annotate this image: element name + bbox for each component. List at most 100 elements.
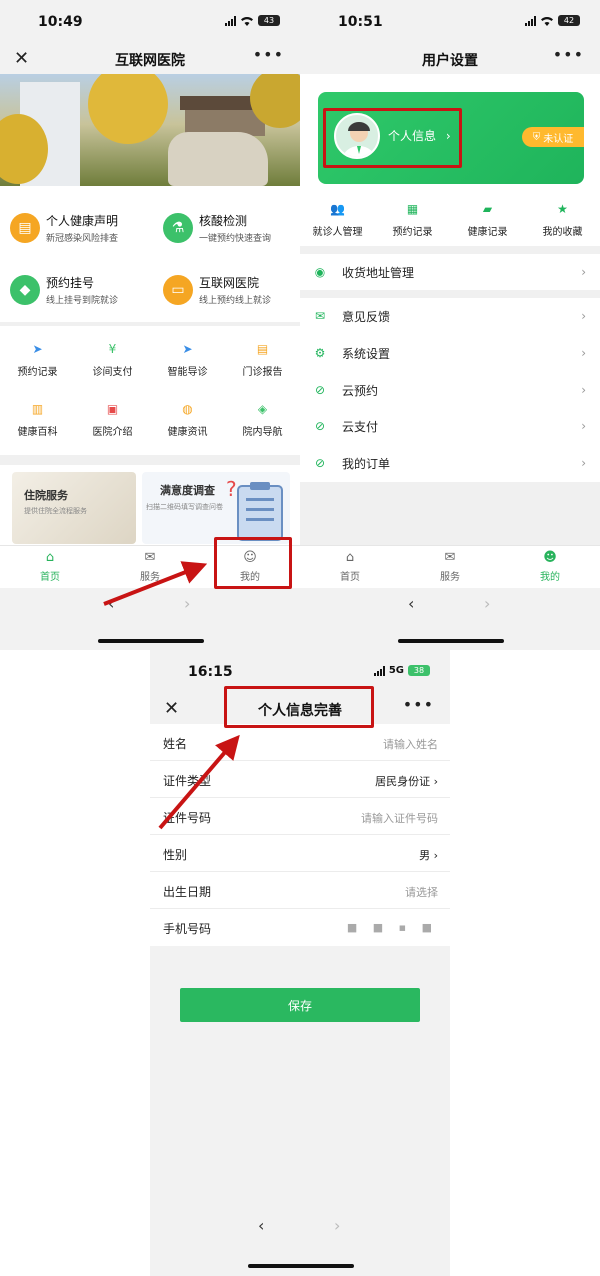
profile-info-link[interactable]: 个人信息 › bbox=[388, 127, 451, 144]
quick-actions: 👥 就诊人管理 ▦ 预约记录 ▰ 健康记录 ★ 我的收藏 bbox=[300, 198, 600, 238]
field-phone[interactable]: 手机号码 ■ ■ ▪ ■ bbox=[150, 909, 450, 946]
menu-system-settings[interactable]: ⚙ 系统设置 › bbox=[300, 335, 600, 371]
chevron-right-icon: › bbox=[581, 419, 586, 433]
quick-patient-management[interactable]: 👥 就诊人管理 bbox=[300, 198, 375, 238]
register-icon: ◆ bbox=[10, 275, 40, 305]
network-type: 5G bbox=[388, 665, 404, 676]
unverified-badge[interactable]: ⛨ 未认证 bbox=[522, 127, 584, 147]
calendar-icon: ▦ bbox=[406, 202, 419, 216]
report-icon: ▤ bbox=[256, 342, 269, 356]
tab-home[interactable]: ⌂ 首页 bbox=[300, 546, 400, 587]
wifi-icon bbox=[541, 16, 553, 26]
feature-register[interactable]: ◆ 预约挂号 线上挂号到院就诊 bbox=[10, 274, 118, 306]
chevron-right-icon: › bbox=[581, 265, 586, 279]
mail-icon: ✉ bbox=[314, 309, 326, 323]
mail-icon: ✉ bbox=[444, 550, 456, 565]
wifi-icon bbox=[241, 16, 253, 26]
forward-icon[interactable]: › bbox=[334, 1216, 340, 1235]
shield-icon: ⛨ bbox=[532, 131, 541, 143]
tab-mine[interactable]: ☻ 我的 bbox=[500, 546, 600, 587]
grid-item-report[interactable]: ▤ 门诊报告 bbox=[225, 338, 300, 378]
more-icon[interactable]: ••• bbox=[403, 695, 434, 714]
chevron-right-icon: › bbox=[445, 129, 451, 143]
nav-bar: 用户设置 ••• bbox=[300, 44, 600, 74]
feature-nucleic-test[interactable]: ⚗ 核酸检测 一键预约快速查询 bbox=[163, 212, 271, 244]
more-icon[interactable]: ••• bbox=[253, 45, 284, 64]
status-bar: 10:51 42 bbox=[300, 0, 600, 44]
document-icon: ▤ bbox=[10, 213, 40, 243]
tab-home[interactable]: ⌂ 首页 bbox=[0, 546, 100, 587]
grid-item-hospital-intro[interactable]: ▣ 医院介绍 bbox=[75, 398, 150, 438]
home-screen: 10:49 43 ✕ 互联网医院 ••• ▤ 个人健康声明 新冠感染风险排查 ⚗… bbox=[0, 0, 300, 650]
test-tube-icon: ⚗ bbox=[163, 213, 193, 243]
back-icon[interactable]: ‹ bbox=[258, 1216, 264, 1235]
grid-item-appointment-records[interactable]: ➤ 预约记录 bbox=[0, 338, 75, 378]
signal-icon bbox=[225, 15, 236, 26]
tab-bar: ⌂ 首页 ✉ 服务 ☺ 我的 bbox=[0, 545, 300, 587]
name-input[interactable]: 请输入姓名 bbox=[383, 736, 438, 752]
home-icon: ⌂ bbox=[345, 550, 355, 565]
field-id-type[interactable]: 证件类型 居民身份证 › bbox=[150, 761, 450, 798]
more-icon[interactable]: ••• bbox=[553, 45, 584, 64]
menu-my-orders[interactable]: ⊘ 我的订单 › bbox=[300, 445, 600, 481]
clipboard-icon: ? bbox=[226, 477, 283, 541]
svg-text:?: ? bbox=[226, 477, 237, 501]
status-time: 10:49 bbox=[38, 14, 83, 30]
tab-bar: ⌂ 首页 ✉ 服务 ☻ 我的 bbox=[300, 545, 600, 587]
back-icon[interactable]: ‹ bbox=[408, 594, 414, 613]
satisfaction-survey-card[interactable]: 满意度调查 扫描二维码填写调查问卷 ? bbox=[142, 472, 290, 544]
home-indicator bbox=[98, 639, 204, 643]
quick-appointment-records[interactable]: ▦ 预约记录 bbox=[375, 198, 450, 238]
link-icon: ⊘ bbox=[314, 383, 326, 397]
battery-icon: 38 bbox=[408, 665, 430, 676]
arrow-icon: ➤ bbox=[32, 342, 43, 356]
quick-health-records[interactable]: ▰ 健康记录 bbox=[450, 198, 525, 238]
status-time: 16:15 bbox=[188, 664, 233, 680]
id-type-select[interactable]: 居民身份证 › bbox=[375, 773, 438, 789]
birth-date-picker[interactable]: 请选择 bbox=[405, 884, 438, 900]
yen-icon: ¥ bbox=[108, 342, 117, 356]
menu-feedback[interactable]: ✉ 意见反馈 › bbox=[300, 298, 600, 334]
chevron-right-icon: › bbox=[581, 456, 586, 470]
menu-cloud-payment[interactable]: ⊘ 云支付 › bbox=[300, 408, 600, 444]
menu-cloud-appointment[interactable]: ⊘ 云预约 › bbox=[300, 372, 600, 408]
grid-item-smart-guide[interactable]: ➤ 智能导诊 bbox=[150, 338, 225, 378]
status-time: 10:51 bbox=[338, 14, 383, 30]
hospital-banner-image bbox=[0, 74, 300, 186]
field-gender[interactable]: 性别 男 › bbox=[150, 835, 450, 872]
id-number-input[interactable]: 请输入证件号码 bbox=[361, 810, 438, 826]
browser-nav: ‹ › bbox=[300, 588, 600, 650]
inpatient-service-card[interactable]: 住院服务 提供住院全流程服务 bbox=[12, 472, 136, 544]
forward-icon[interactable]: › bbox=[184, 594, 190, 613]
tab-mine[interactable]: ☺ 我的 bbox=[200, 546, 300, 587]
back-icon[interactable]: ‹ bbox=[108, 594, 114, 613]
menu-address[interactable]: ◉ 收货地址管理 › bbox=[300, 254, 600, 290]
grid-item-health-news[interactable]: ◍ 健康资讯 bbox=[150, 398, 225, 438]
user-icon: ☺ bbox=[243, 550, 257, 565]
tab-service[interactable]: ✉ 服务 bbox=[100, 546, 200, 587]
field-birth-date[interactable]: 出生日期 请选择 bbox=[150, 872, 450, 909]
field-id-number[interactable]: 证件号码 请输入证件号码 bbox=[150, 798, 450, 835]
personal-info-screen: 16:15 5G 38 ✕ 个人信息完善 ••• 姓名 请输入姓名 证件类型 居… bbox=[150, 650, 450, 1276]
save-button[interactable]: 保存 bbox=[180, 988, 420, 1022]
nav-bar: ✕ 互联网医院 ••• bbox=[0, 44, 300, 74]
feature-health-declaration[interactable]: ▤ 个人健康声明 新冠感染风险排查 bbox=[10, 212, 118, 244]
people-icon: 👥 bbox=[330, 202, 345, 216]
grid-item-payment[interactable]: ¥ 诊间支付 bbox=[75, 338, 150, 378]
gear-icon: ⚙ bbox=[314, 346, 326, 360]
quick-favorites[interactable]: ★ 我的收藏 bbox=[525, 198, 600, 238]
user-icon: ☻ bbox=[543, 550, 557, 565]
chevron-right-icon: › bbox=[581, 383, 586, 397]
field-name[interactable]: 姓名 请输入姓名 bbox=[150, 724, 450, 761]
star-icon: ★ bbox=[557, 202, 568, 216]
tab-service[interactable]: ✉ 服务 bbox=[400, 546, 500, 587]
phone-masked-value[interactable]: ■ ■ ▪ ■ bbox=[347, 921, 438, 934]
gender-select[interactable]: 男 › bbox=[419, 847, 438, 863]
forward-icon[interactable]: › bbox=[484, 594, 490, 613]
mail-icon: ✉ bbox=[144, 550, 156, 565]
grid-item-navigation[interactable]: ◈ 院内导航 bbox=[225, 398, 300, 438]
chevron-right-icon: › bbox=[581, 346, 586, 360]
feature-internet-hospital[interactable]: ▭ 互联网医院 线上预约线上就诊 bbox=[163, 274, 271, 306]
grid-item-health-wiki[interactable]: ▥ 健康百科 bbox=[0, 398, 75, 438]
battery-icon: 43 bbox=[258, 15, 280, 26]
